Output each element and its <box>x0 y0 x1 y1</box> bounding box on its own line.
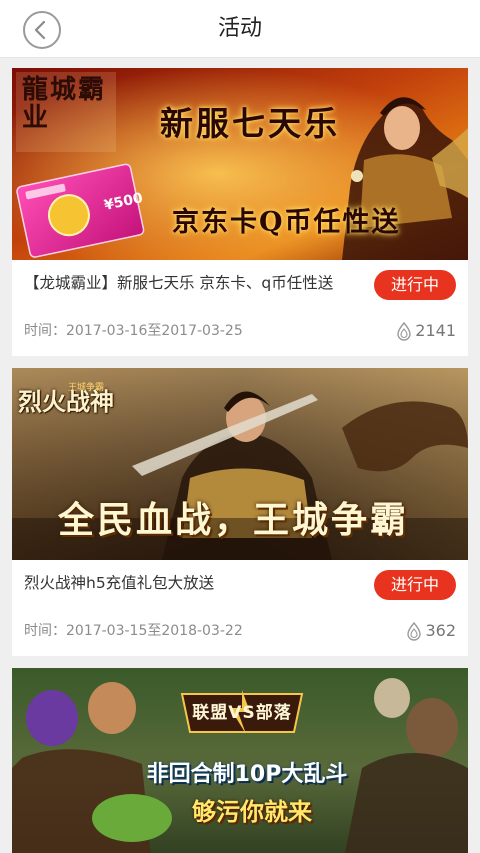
activity-title: 【龙城霸业】新服七天乐 京东卡、q币任性送 <box>24 274 334 292</box>
banner-headline: 新服七天乐 <box>160 104 340 143</box>
banner-subline: 京东卡Q币任性送 <box>172 207 401 238</box>
view-count: 362 <box>404 619 456 643</box>
activity-banner[interactable]: 烈火战神 王城争霸 全民血战，王城争霸 <box>12 368 468 560</box>
droplet-icon <box>407 621 422 641</box>
game-logo: 龍城霸业 <box>22 75 107 133</box>
game-logo: 联盟VS部落 <box>192 703 292 723</box>
time-label: 时间： <box>24 623 66 639</box>
droplet-icon <box>397 321 411 341</box>
game-logo-sub: 王城争霸 <box>68 383 105 393</box>
view-count-value: 362 <box>425 621 456 640</box>
banner-headline: 全民血战，王城争霸 <box>58 499 410 541</box>
banner-headline: 非回合制10P大乱斗 <box>146 762 348 787</box>
activity-title: 烈火战神h5充值礼包大放送 <box>24 574 215 592</box>
activity-banner[interactable]: 联盟VS部落 非回合制10P大乱斗 够污你就来 <box>12 668 468 853</box>
activity-card[interactable]: 烈火战神 王城争霸 全民血战，王城争霸 烈火战神h5充值礼包大放送 进行中 时间… <box>12 368 468 656</box>
page-title: 活动 <box>217 16 262 41</box>
activity-card[interactable]: 联盟VS部落 非回合制10P大乱斗 够污你就来 <box>12 668 468 853</box>
activity-card[interactable]: 龍城霸业 新服七天乐 京东卡Q币任性送 ¥500 【龙城霸业】新服七天乐 京东卡… <box>12 68 468 356</box>
time-range: 2017-03-15至2018-03-22 <box>66 623 243 639</box>
view-count: 2141 <box>394 319 456 343</box>
status-button[interactable]: 进行中 <box>374 570 456 600</box>
time-label: 时间： <box>24 323 66 339</box>
activity-time: 时间：2017-03-16至2017-03-25 <box>24 320 243 342</box>
activity-banner[interactable]: 龍城霸业 新服七天乐 京东卡Q币任性送 ¥500 <box>12 68 468 260</box>
view-count-value: 2141 <box>415 321 456 340</box>
banner-subline: 够污你就来 <box>192 798 312 826</box>
header-bar: 活动 <box>0 0 480 58</box>
status-button[interactable]: 进行中 <box>374 270 456 300</box>
activity-time: 时间：2017-03-15至2018-03-22 <box>24 620 243 642</box>
time-range: 2017-03-16至2017-03-25 <box>66 323 243 339</box>
